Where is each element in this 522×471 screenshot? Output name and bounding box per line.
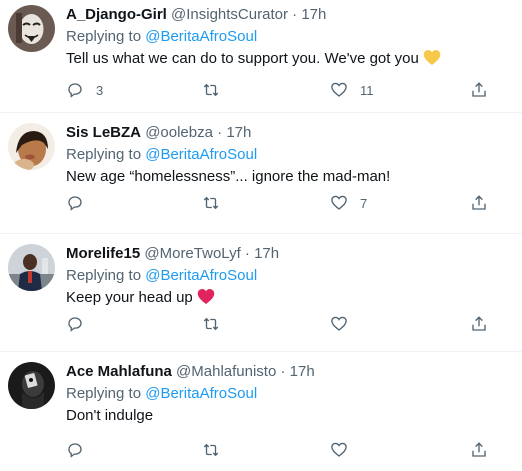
share-icon <box>472 82 486 97</box>
replying-to: Replying to @BeritaAfroSoul <box>66 27 512 47</box>
like-button[interactable]: 7 <box>330 193 367 213</box>
timestamp[interactable]: 17h <box>301 6 326 23</box>
tweet-text: Keep your head up <box>66 288 512 311</box>
red-heart-icon <box>197 288 215 311</box>
retweet-button[interactable] <box>202 193 220 213</box>
reply-icon <box>68 196 82 211</box>
retweet-icon <box>203 196 219 210</box>
like-button[interactable]: 11 <box>330 80 374 100</box>
replying-label: Replying to <box>66 146 142 163</box>
tweet-text-content: Keep your head up <box>66 289 193 306</box>
reply-icon <box>68 83 82 98</box>
tweet-actions: 7 <box>66 193 512 213</box>
tweet[interactable]: A_Django-Girl @InsightsCurator · 17h Rep… <box>0 0 522 113</box>
timestamp[interactable]: 17h <box>254 245 279 262</box>
retweet-button[interactable] <box>202 440 220 460</box>
timestamp[interactable]: 17h <box>290 363 315 380</box>
tweet-text-content: New age “homelessness”... ignore the mad… <box>66 168 391 185</box>
heart-icon <box>331 316 347 331</box>
replying-to: Replying to @BeritaAfroSoul <box>66 384 512 404</box>
like-count: 7 <box>360 195 368 211</box>
heart-icon <box>331 195 347 210</box>
tweet-text: Don't indulge <box>66 406 512 426</box>
display-name[interactable]: A_Django-Girl <box>66 6 167 23</box>
replying-to: Replying to @BeritaAfroSoul <box>66 145 512 165</box>
like-count: 11 <box>360 82 374 98</box>
mention-link[interactable]: @BeritaAfroSoul <box>145 28 257 45</box>
reply-button[interactable] <box>66 314 96 334</box>
tweet[interactable]: Morelife15 @MoreTwoLyf · 17h Replying to… <box>0 234 522 352</box>
display-name[interactable]: Ace Mahlafuna <box>66 363 172 380</box>
user-handle[interactable]: @Mahlafunisto <box>176 363 276 380</box>
tweet-actions: 3 11 <box>66 80 512 100</box>
user-handle[interactable]: @oolebza <box>145 124 213 141</box>
heart-icon <box>331 442 347 457</box>
share-icon <box>472 442 486 457</box>
tweet[interactable]: Sis LeBZA @oolebza · 17h Replying to @Be… <box>0 113 522 234</box>
replying-label: Replying to <box>66 267 142 284</box>
mention-link[interactable]: @BeritaAfroSoul <box>145 267 257 284</box>
timestamp[interactable]: 17h <box>226 124 251 141</box>
share-button[interactable] <box>470 440 488 460</box>
reply-count: 3 <box>96 82 104 98</box>
separator-dot: · <box>244 245 250 262</box>
yellow-heart-icon <box>423 49 441 72</box>
retweet-icon <box>203 317 219 331</box>
user-handle[interactable]: @InsightsCurator <box>171 6 288 23</box>
tweet-text: New age “homelessness”... ignore the mad… <box>66 167 512 187</box>
display-name[interactable]: Sis LeBZA <box>66 124 141 141</box>
separator-dot: · <box>217 124 223 141</box>
avatar[interactable] <box>8 123 55 170</box>
replying-to: Replying to @BeritaAfroSoul <box>66 266 512 286</box>
tweet-text-content: Tell us what we can do to support you. W… <box>66 50 419 67</box>
reply-icon <box>68 317 82 332</box>
share-button[interactable] <box>470 80 488 100</box>
tweet-header: Morelife15 @MoreTwoLyf · 17h <box>66 244 512 264</box>
retweet-icon <box>203 443 219 457</box>
tweet[interactable]: Ace Mahlafuna @Mahlafunisto · 17h Replyi… <box>0 352 522 471</box>
separator-dot: · <box>280 363 286 380</box>
tweet-text-content: Don't indulge <box>66 407 154 424</box>
like-button[interactable] <box>330 314 360 334</box>
share-button[interactable] <box>470 314 488 334</box>
reply-button[interactable]: 3 <box>66 80 103 100</box>
retweet-icon <box>203 83 219 97</box>
reply-icon <box>68 443 82 458</box>
separator-dot: · <box>292 6 298 23</box>
avatar[interactable] <box>8 244 55 291</box>
display-name[interactable]: Morelife15 <box>66 245 140 262</box>
tweet-header: A_Django-Girl @InsightsCurator · 17h <box>66 5 512 25</box>
tweet-actions <box>66 314 512 334</box>
mention-link[interactable]: @BeritaAfroSoul <box>145 146 257 163</box>
tweet-header: Sis LeBZA @oolebza · 17h <box>66 123 512 143</box>
heart-icon <box>331 82 347 97</box>
replying-label: Replying to <box>66 28 142 45</box>
user-handle[interactable]: @MoreTwoLyf <box>144 245 240 262</box>
reply-button[interactable] <box>66 193 96 213</box>
share-button[interactable] <box>470 193 488 213</box>
replying-label: Replying to <box>66 385 142 402</box>
tweet-text: Tell us what we can do to support you. W… <box>66 49 512 72</box>
retweet-button[interactable] <box>202 80 220 100</box>
retweet-button[interactable] <box>202 314 220 334</box>
avatar[interactable] <box>8 5 55 52</box>
avatar[interactable] <box>8 362 55 409</box>
mention-link[interactable]: @BeritaAfroSoul <box>145 385 257 402</box>
reply-button[interactable] <box>66 440 96 460</box>
tweet-header: Ace Mahlafuna @Mahlafunisto · 17h <box>66 362 512 382</box>
tweet-actions <box>66 440 512 460</box>
share-icon <box>472 316 486 331</box>
share-icon <box>472 195 486 210</box>
like-button[interactable] <box>330 440 360 460</box>
